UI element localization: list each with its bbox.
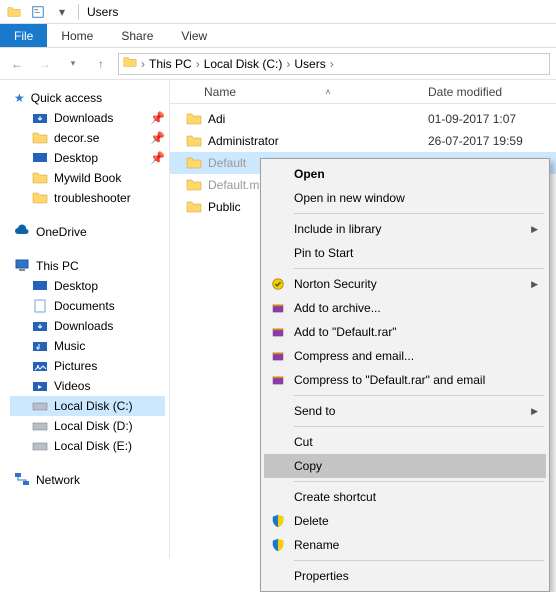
winrar-icon [270,348,286,364]
submenu-arrow-icon: ▶ [531,224,538,235]
network-icon [14,471,30,490]
submenu-arrow-icon: ▶ [531,406,538,417]
menu-compress-email[interactable]: Compress and email... [264,344,546,368]
pin-icon: 📌 [150,111,165,125]
pin-icon: 📌 [150,131,165,145]
tab-home[interactable]: Home [47,24,107,47]
chevron-right-icon[interactable]: › [286,57,290,71]
menu-norton[interactable]: Norton Security▶ [264,272,546,296]
separator [294,560,544,561]
pc-icon [14,257,30,276]
nav-tree: ★ Quick access Downloads📌 decor.se📌 Desk… [0,80,170,558]
chevron-right-icon[interactable]: › [330,57,334,71]
tree-item-pc-documents[interactable]: Documents [10,296,165,316]
separator [294,395,544,396]
forward-button[interactable]: → [34,53,56,75]
tab-share[interactable]: Share [107,24,167,47]
tree-item-pc-videos[interactable]: Videos [10,376,165,396]
winrar-icon [270,372,286,388]
tree-item-disk-d[interactable]: Local Disk (D:) [10,416,165,436]
menu-cut[interactable]: Cut [264,430,546,454]
menu-delete[interactable]: Delete [264,509,546,533]
separator [294,426,544,427]
col-name[interactable]: Name˄ [170,80,420,103]
qat-dropdown-icon[interactable]: ▾ [54,4,70,20]
shield-icon [270,513,286,529]
crumb-this-pc[interactable]: This PC [149,57,192,71]
chevron-right-icon[interactable]: › [196,57,200,71]
list-header: Name˄ Date modified [170,80,556,104]
chevron-right-icon[interactable]: › [141,57,145,71]
tree-item-pc-desktop[interactable]: Desktop [10,276,165,296]
menu-copy[interactable]: Copy [264,454,546,478]
crumb-users[interactable]: Users [294,57,325,71]
tree-item-mywild[interactable]: Mywild Book [10,168,165,188]
nav-bar: ← → ▾ ↑ › This PC › Local Disk (C:) › Us… [0,48,556,80]
menu-properties[interactable]: Properties [264,564,546,588]
pin-icon: 📌 [150,151,165,165]
table-row[interactable]: Administrator 26-07-2017 19:59 [170,130,556,152]
menu-open-new-window[interactable]: Open in new window [264,186,546,210]
col-date[interactable]: Date modified [420,80,556,103]
window-title: Users [87,5,118,19]
tree-item-decor[interactable]: decor.se📌 [10,128,165,148]
tree-item-downloads[interactable]: Downloads📌 [10,108,165,128]
tree-item-desktop[interactable]: Desktop📌 [10,148,165,168]
menu-pin-start[interactable]: Pin to Start [264,241,546,265]
address-bar[interactable]: › This PC › Local Disk (C:) › Users › [118,53,550,75]
shield-icon [270,537,286,553]
back-button[interactable]: ← [6,53,28,75]
winrar-icon [270,324,286,340]
context-menu: Open Open in new window Include in libra… [260,158,550,592]
tree-item-disk-e[interactable]: Local Disk (E:) [10,436,165,456]
tree-this-pc[interactable]: This PC [10,256,165,276]
menu-rename[interactable]: Rename [264,533,546,557]
divider [78,4,79,20]
menu-create-shortcut[interactable]: Create shortcut [264,485,546,509]
properties-qat-icon[interactable] [30,4,46,20]
norton-icon [270,276,286,292]
tree-quick-access[interactable]: ★ Quick access [10,88,165,108]
tab-file[interactable]: File [0,24,47,47]
separator [294,268,544,269]
star-icon: ★ [14,91,25,105]
cloud-icon [14,223,30,242]
winrar-icon [270,300,286,316]
menu-add-archive[interactable]: Add to archive... [264,296,546,320]
menu-open[interactable]: Open [264,162,546,186]
menu-include-library[interactable]: Include in library▶ [264,217,546,241]
separator [294,481,544,482]
menu-add-default-rar[interactable]: Add to "Default.rar" [264,320,546,344]
tree-item-pc-music[interactable]: Music [10,336,165,356]
folder-icon [6,4,22,20]
tree-network[interactable]: Network [10,470,165,490]
tree-item-troubleshooter[interactable]: troubleshooter [10,188,165,208]
title-bar: ▾ Users [0,0,556,24]
table-row[interactable]: Adi 01-09-2017 1:07 [170,108,556,130]
sort-asc-icon: ˄ [325,87,330,97]
tree-item-pc-downloads[interactable]: Downloads [10,316,165,336]
recent-dropdown-icon[interactable]: ▾ [62,53,84,75]
ribbon: File Home Share View [0,24,556,48]
tree-item-disk-c[interactable]: Local Disk (C:) [10,396,165,416]
tree-item-pc-pictures[interactable]: Pictures [10,356,165,376]
up-button[interactable]: ↑ [90,53,112,75]
submenu-arrow-icon: ▶ [531,279,538,290]
tree-label: Quick access [31,91,102,105]
tree-onedrive[interactable]: OneDrive [10,222,165,242]
separator [294,213,544,214]
crumb-local-disk[interactable]: Local Disk (C:) [204,57,283,71]
menu-send-to[interactable]: Send to▶ [264,399,546,423]
tab-view[interactable]: View [167,24,221,47]
menu-compress-default-email[interactable]: Compress to "Default.rar" and email [264,368,546,392]
folder-icon [123,55,137,72]
